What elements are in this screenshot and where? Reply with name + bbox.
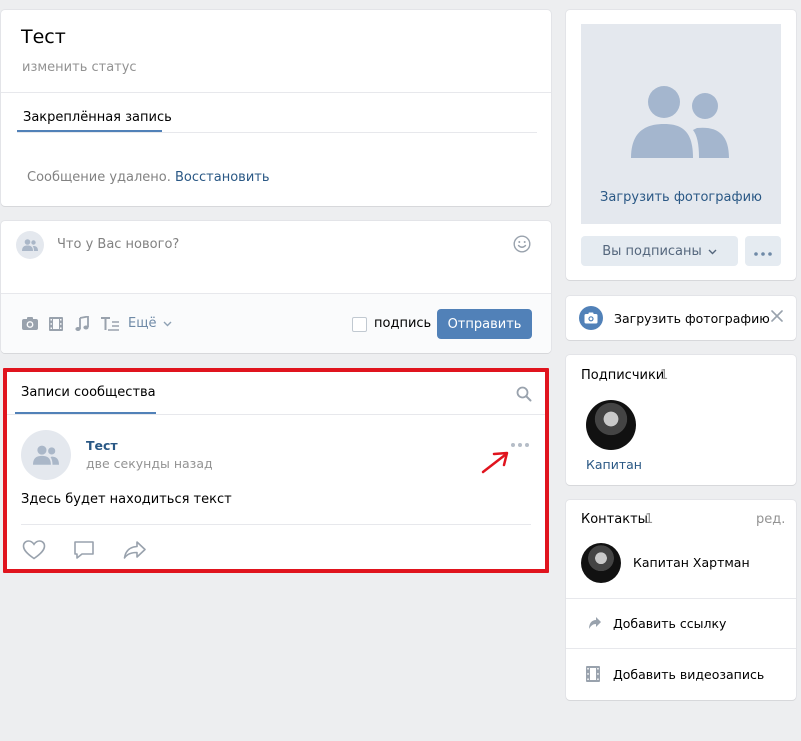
avatar (16, 231, 44, 259)
article-icon[interactable] (100, 316, 120, 332)
video-icon[interactable] (48, 316, 64, 332)
divider (566, 648, 796, 649)
signature-checkbox[interactable] (352, 317, 367, 332)
tab-pinned-post[interactable]: Закреплённая запись (23, 110, 172, 125)
more-actions-button[interactable] (745, 236, 781, 266)
subscribers-card: Подписчики 1 Капитан (566, 355, 796, 485)
contacts-card: Контакты 1 ред. Капитан Хартман Добавить… (566, 500, 796, 700)
change-status-link[interactable]: изменить статус (22, 60, 137, 75)
upload-photo-banner: Загрузить фотографию (566, 296, 796, 340)
chevron-down-icon (708, 244, 717, 259)
add-video-button[interactable]: Добавить видеозапись (613, 667, 764, 682)
avatar[interactable] (586, 400, 636, 450)
close-icon[interactable] (771, 310, 783, 322)
restore-link[interactable]: Восстановить (175, 170, 270, 185)
subscribers-title[interactable]: Подписчики (581, 368, 664, 383)
subscriber-name-link[interactable]: Капитан (586, 457, 642, 472)
subscribers-count: 1 (660, 368, 669, 383)
camera-icon[interactable] (579, 306, 603, 330)
profile-card: Тест изменить статус Закреплённая запись… (1, 10, 551, 206)
page-title: Тест (21, 26, 66, 48)
upload-photo-banner-label[interactable]: Загрузить фотографию (614, 311, 770, 326)
video-icon (586, 666, 600, 682)
subscribed-button[interactable]: Вы подписаны (581, 236, 738, 266)
link-icon (586, 615, 602, 631)
camera-icon[interactable] (21, 316, 39, 332)
deleted-message: Сообщение удалено. Восстановить (27, 170, 270, 185)
annotation-highlight-frame (3, 368, 549, 573)
community-icon (631, 86, 729, 158)
contacts-title: Контакты (581, 512, 648, 527)
post-composer: Что у Вас нового? Ещё подпись Отправить (1, 221, 551, 353)
contacts-edit-link[interactable]: ред. (756, 512, 785, 527)
divider (17, 132, 537, 133)
subscribed-label: Вы подписаны (602, 243, 702, 259)
signature-label: подпись (374, 316, 432, 331)
emoji-icon[interactable] (513, 235, 531, 253)
contact-name-link[interactable]: Капитан Хартман (633, 555, 750, 570)
chevron-down-icon (163, 316, 172, 331)
more-label: Ещё (128, 316, 157, 331)
add-link-button[interactable]: Добавить ссылку (613, 616, 726, 631)
upload-photo-link[interactable]: Загрузить фотографию (581, 190, 781, 205)
more-attachments-button[interactable]: Ещё (128, 316, 172, 331)
avatar[interactable] (581, 543, 621, 583)
divider (1, 92, 551, 93)
music-icon[interactable] (74, 316, 90, 332)
contacts-count: 1 (645, 512, 654, 527)
community-photo-card: Загрузить фотографию Вы подписаны (566, 10, 796, 280)
more-options-icon (754, 244, 772, 259)
new-post-input[interactable]: Что у Вас нового? (57, 237, 179, 252)
deleted-message-text: Сообщение удалено. (27, 170, 171, 185)
community-icon (22, 239, 38, 251)
send-button[interactable]: Отправить (437, 309, 532, 339)
divider (566, 598, 796, 599)
community-photo-placeholder[interactable]: Загрузить фотографию (581, 24, 781, 224)
